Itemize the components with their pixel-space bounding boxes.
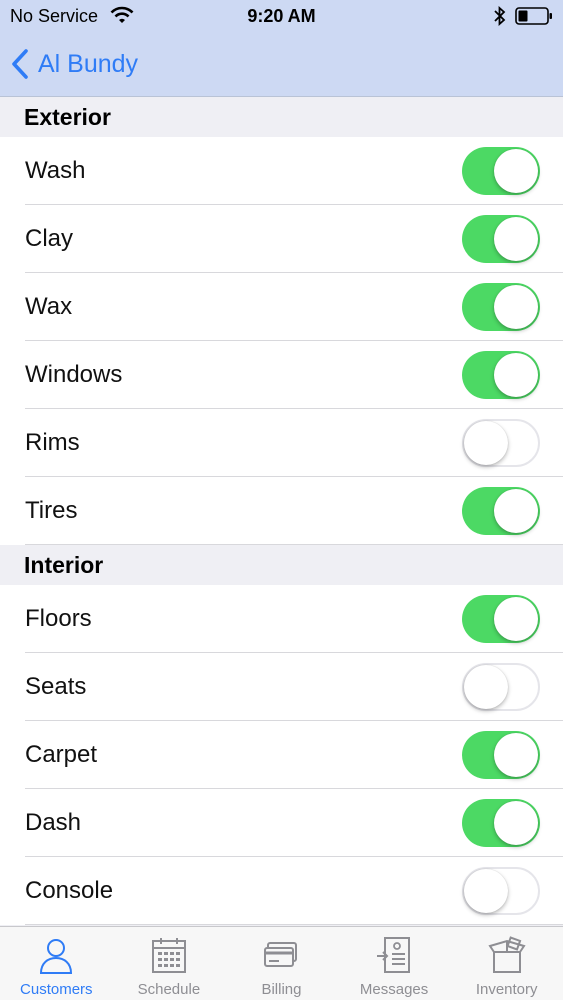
tab-label: Schedule [137, 981, 201, 998]
carpet-toggle[interactable] [462, 731, 540, 779]
toggle-knob [494, 489, 538, 533]
console-toggle[interactable] [462, 867, 540, 915]
bluetooth-icon [494, 6, 506, 26]
tab-label: Billing [261, 981, 302, 998]
status-bar: No Service 9:20 AM [0, 0, 563, 32]
option-row-console: Console [0, 857, 563, 925]
option-label: Wash [25, 157, 86, 184]
rims-toggle[interactable] [462, 419, 540, 467]
option-row-wash: Wash [0, 137, 563, 205]
tires-toggle[interactable] [462, 487, 540, 535]
option-label: Carpet [25, 741, 98, 768]
option-row-rims: Rims [0, 409, 563, 477]
tab-label: Inventory [475, 981, 538, 998]
seats-toggle[interactable] [462, 663, 540, 711]
tab-inventory[interactable]: Inventory [450, 927, 563, 1000]
status-time: 9:20 AM [247, 6, 316, 26]
box-icon [488, 936, 526, 973]
option-label: Windows [25, 361, 123, 388]
option-row-tires: Tires [0, 477, 563, 545]
toggle-knob [494, 149, 538, 193]
tab-messages[interactable]: Messages [338, 927, 451, 1000]
section-header-exterior: Exterior [0, 97, 563, 137]
dash-toggle[interactable] [462, 799, 540, 847]
tab-customers[interactable]: Customers [0, 927, 113, 1000]
option-row-seats: Seats [0, 653, 563, 721]
chevron-left-icon [12, 49, 28, 79]
toggle-knob [494, 801, 538, 845]
back-button-label: Al Bundy [38, 49, 139, 78]
option-label: Console [25, 877, 114, 904]
option-label: Floors [25, 605, 92, 632]
toggle-knob [494, 733, 538, 777]
toggle-knob [494, 353, 538, 397]
wash-toggle[interactable] [462, 147, 540, 195]
toggle-knob [494, 597, 538, 641]
option-row-wax: Wax [0, 273, 563, 341]
toggle-knob [464, 869, 508, 913]
clay-toggle[interactable] [462, 215, 540, 263]
option-row-dash: Dash [0, 789, 563, 857]
option-row-floors: Floors [0, 585, 563, 653]
tab-schedule[interactable]: Schedule [113, 927, 226, 1000]
navigation-header: No Service 9:20 AM Al Bundy [0, 0, 563, 97]
tab-billing[interactable]: Billing [225, 927, 338, 1000]
option-label: Dash [25, 809, 82, 836]
battery-icon [515, 7, 552, 25]
person-icon [40, 939, 73, 974]
option-label: Tires [25, 497, 78, 524]
toggle-knob [464, 665, 508, 709]
toggle-knob [464, 421, 508, 465]
floors-toggle[interactable] [462, 595, 540, 643]
windows-toggle[interactable] [462, 351, 540, 399]
toggle-knob [494, 285, 538, 329]
back-button[interactable]: Al Bundy [10, 44, 138, 84]
tab-bar: Customers Schedule Billing Messages Inve… [0, 926, 563, 1000]
option-label: Rims [25, 429, 80, 456]
option-row-clay: Clay [0, 205, 563, 273]
option-label: Clay [25, 225, 74, 252]
option-row-carpet: Carpet [0, 721, 563, 789]
option-row-windows: Windows [0, 341, 563, 409]
contact-card-icon [377, 937, 411, 973]
option-label: Wax [25, 293, 73, 320]
credit-card-icon [264, 942, 298, 967]
tab-label: Customers [20, 981, 93, 998]
section-header-interior: Interior [0, 545, 563, 585]
wax-toggle[interactable] [462, 283, 540, 331]
tab-label: Messages [359, 981, 429, 998]
calendar-icon [151, 938, 186, 973]
toggle-knob [494, 217, 538, 261]
option-label: Seats [25, 673, 87, 700]
